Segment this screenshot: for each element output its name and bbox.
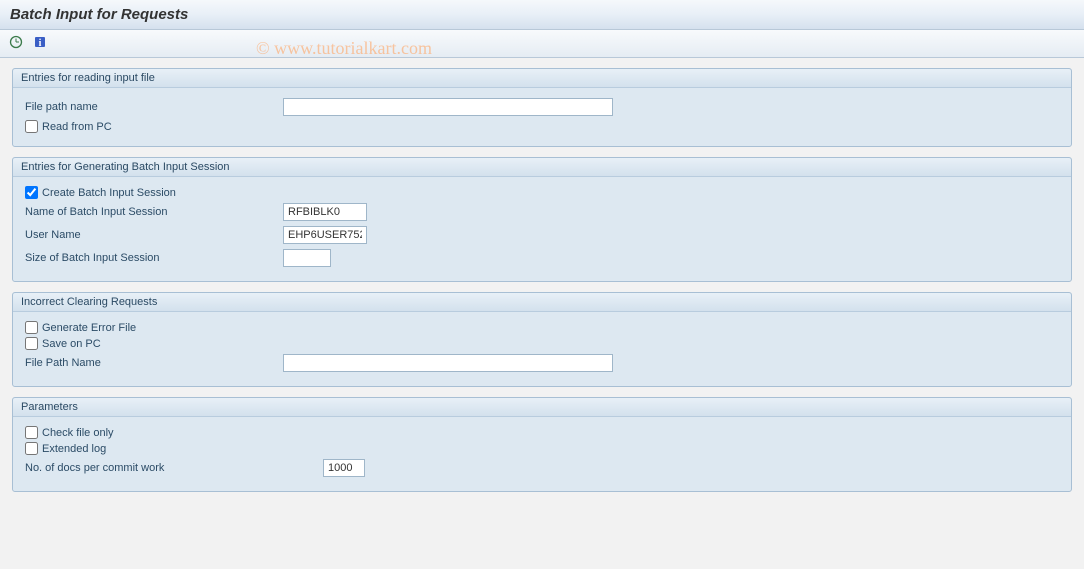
extended-log-checkbox[interactable] [25,442,38,455]
read-from-pc-checkbox[interactable] [25,120,38,133]
group-header-incorrect: Incorrect Clearing Requests [13,293,1071,312]
session-name-input[interactable] [283,203,367,221]
info-button[interactable]: i [30,34,50,54]
check-file-only-label: Check file only [42,427,114,439]
save-on-pc-checkbox[interactable] [25,337,38,350]
user-name-label: User Name [23,229,283,241]
save-on-pc-label: Save on PC [42,338,101,350]
error-file-path-input[interactable] [283,354,613,372]
clock-execute-icon [9,35,23,52]
session-name-label: Name of Batch Input Session [23,206,283,218]
user-name-input[interactable] [283,226,367,244]
session-size-input[interactable] [283,249,331,267]
content-area: Entries for reading input file File path… [0,58,1084,512]
group-reading-input: Entries for reading input file File path… [12,68,1072,147]
file-path-name-input[interactable] [283,98,613,116]
group-header-reading: Entries for reading input file [13,69,1071,88]
info-icon: i [33,35,47,52]
error-file-path-label: File Path Name [23,357,283,369]
toolbar: i [0,30,1084,58]
create-batch-session-checkbox[interactable] [25,186,38,199]
group-header-generating: Entries for Generating Batch Input Sessi… [13,158,1071,177]
page-title: Batch Input for Requests [0,0,1084,30]
docs-per-commit-label: No. of docs per commit work [23,462,323,474]
session-size-label: Size of Batch Input Session [23,252,283,264]
extended-log-label: Extended log [42,443,106,455]
read-from-pc-label: Read from PC [42,121,112,133]
execute-button[interactable] [6,34,26,54]
file-path-name-label: File path name [23,101,283,113]
create-batch-session-label: Create Batch Input Session [42,187,176,199]
svg-text:i: i [39,38,42,49]
generate-error-file-checkbox[interactable] [25,321,38,334]
group-generating-session: Entries for Generating Batch Input Sessi… [12,157,1072,282]
check-file-only-checkbox[interactable] [25,426,38,439]
generate-error-file-label: Generate Error File [42,322,136,334]
group-parameters: Parameters Check file only Extended log … [12,397,1072,492]
group-header-parameters: Parameters [13,398,1071,417]
docs-per-commit-input[interactable] [323,459,365,477]
group-incorrect-clearing: Incorrect Clearing Requests Generate Err… [12,292,1072,387]
